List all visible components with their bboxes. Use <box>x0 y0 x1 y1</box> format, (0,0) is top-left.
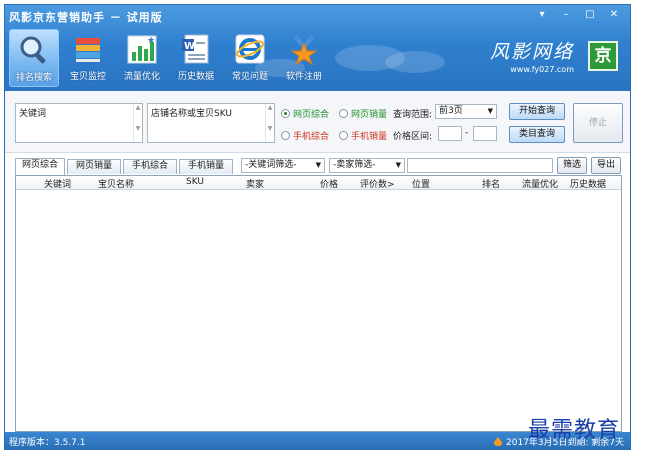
column-header-seller[interactable]: 卖家 <box>246 177 264 190</box>
export-button[interactable]: 导出 <box>591 157 621 174</box>
column-header-traffic-opt[interactable]: 流量优化 <box>522 177 558 190</box>
tab-web-composite[interactable]: 网页综合 <box>15 158 65 175</box>
price-min-input[interactable] <box>438 126 462 141</box>
scrollbar[interactable]: ▲ ▼ <box>265 104 274 142</box>
seller-filter-value: -卖家筛选- <box>333 160 376 170</box>
shop-sku-textarea[interactable]: 店铺名称或宝贝SKU ▲ ▼ <box>147 103 275 143</box>
range-label: 查询范围: <box>393 110 433 120</box>
window-controls: ▾ – □ ✕ <box>530 7 626 23</box>
table-header: 关键词 宝贝名称 SKU 卖家 价格 评价数> 位置 排名 流量优化 历史数据 <box>16 176 621 190</box>
column-header-reviews[interactable]: 评价数> <box>360 177 395 190</box>
toolbar-label: 常见问题 <box>231 72 268 82</box>
shop-value: 店铺名称或宝贝SKU <box>151 109 232 119</box>
close-icon[interactable]: ✕ <box>602 7 626 23</box>
radio-dot <box>339 131 348 140</box>
tab-web-sales[interactable]: 网页销量 <box>67 159 121 174</box>
radio-web-sales[interactable]: 网页销量 <box>339 107 387 120</box>
header: 风影京东营销助手 － 试用版 ▾ – □ ✕ 排名搜索 宝贝监控 ★ 流量优化 … <box>5 5 630 91</box>
radio-dot <box>281 131 290 140</box>
toolbar-label: 历史数据 <box>177 72 214 82</box>
chevron-down-icon: ▼ <box>315 161 321 169</box>
seller-filter-select[interactable]: -卖家筛选- ▼ <box>329 158 405 173</box>
radio-label: 网页销量 <box>351 110 388 120</box>
column-header-price[interactable]: 价格 <box>320 177 338 190</box>
toolbar-history-button[interactable]: W 历史数据 <box>171 29 221 87</box>
radio-mobile-sales[interactable]: 手机销量 <box>339 129 387 142</box>
toolbar-item-monitor-button[interactable]: 宝贝监控 <box>63 29 113 87</box>
range-select[interactable]: 前3页 ▼ <box>435 104 497 119</box>
toolbar-label: 宝贝监控 <box>69 72 106 82</box>
flame-icon <box>494 437 503 446</box>
chevron-down-icon: ▼ <box>487 107 493 115</box>
books-icon <box>76 38 100 62</box>
svg-text:W: W <box>184 41 195 52</box>
column-header-rank[interactable]: 排名 <box>482 177 500 190</box>
app-window: 风影京东营销助手 － 试用版 ▾ – □ ✕ 排名搜索 宝贝监控 ★ 流量优化 … <box>4 4 631 450</box>
column-header-keyword[interactable]: 关键词 <box>44 177 71 190</box>
start-query-button[interactable]: 开始查询 <box>509 103 565 120</box>
query-panel: 关键词 ▲ ▼ 店铺名称或宝贝SKU ▲ ▼ 网页综合 网页销量 手机综合 手机销量… <box>5 91 630 153</box>
range-value: 前3页 <box>439 106 463 116</box>
radio-web-composite[interactable]: 网页综合 <box>281 107 329 120</box>
filter-text-input[interactable] <box>407 158 553 173</box>
radio-label: 手机销量 <box>351 132 388 142</box>
price-separator: - <box>465 128 469 138</box>
keyword-value: 关键词 <box>19 109 47 119</box>
version-text: 程序版本：3.5.7.1 <box>9 438 86 448</box>
toolbar-label: 排名搜索 <box>15 73 52 83</box>
scrollbar[interactable]: ▲ ▼ <box>133 104 142 142</box>
window-title: 风影京东营销助手 － 试用版 <box>9 11 163 24</box>
chevron-down-icon: ▼ <box>395 161 401 169</box>
main-toolbar: 排名搜索 宝贝监控 ★ 流量优化 W 历史数据 常见问题 软件注册 <box>9 29 333 87</box>
cloud-decoration <box>385 51 445 73</box>
category-query-button[interactable]: 类目查询 <box>509 126 565 143</box>
magnifier-icon <box>20 36 46 64</box>
menu-dropdown-icon[interactable]: ▾ <box>530 7 554 23</box>
radio-dot <box>281 109 290 118</box>
toolbar-register-button[interactable]: 软件注册 <box>279 29 329 87</box>
filter-button[interactable]: 筛选 <box>557 157 587 174</box>
watermark: 最需教育 <box>528 418 621 443</box>
column-header-position[interactable]: 位置 <box>412 177 430 190</box>
price-label: 价格区间: <box>393 132 433 142</box>
keyword-textarea[interactable]: 关键词 ▲ ▼ <box>15 103 143 143</box>
toolbar-rank-search-button[interactable]: 排名搜索 <box>9 29 59 87</box>
toolbar-faq-button[interactable]: 常见问题 <box>225 29 275 87</box>
results-table[interactable]: 关键词 宝贝名称 SKU 卖家 价格 评价数> 位置 排名 流量优化 历史数据 <box>15 175 622 432</box>
result-tabs-row: 网页综合 网页销量 手机综合 手机销量 -关键词筛选- ▼ -卖家筛选- ▼ 筛… <box>5 153 630 175</box>
price-max-input[interactable] <box>473 126 497 141</box>
toolbar-traffic-opt-button[interactable]: ★ 流量优化 <box>117 29 167 87</box>
keyword-filter-value: -关键词筛选- <box>245 160 297 170</box>
radio-label: 手机综合 <box>293 132 330 142</box>
brand-name: 风影网络 <box>489 41 574 63</box>
word-document-icon: W <box>182 34 209 64</box>
radio-label: 网页综合 <box>293 110 330 120</box>
radio-mobile-composite[interactable]: 手机综合 <box>281 129 329 142</box>
toolbar-label: 软件注册 <box>285 72 322 82</box>
brand: 风影网络 www.fy027.com <box>490 37 574 74</box>
stop-button[interactable]: 停止 <box>573 103 623 143</box>
tab-mobile-sales[interactable]: 手机销量 <box>179 159 233 174</box>
toolbar-label: 流量优化 <box>123 72 160 82</box>
ie-browser-icon <box>235 34 265 64</box>
column-header-item-name[interactable]: 宝贝名称 <box>98 177 134 190</box>
keyword-filter-select[interactable]: -关键词筛选- ▼ <box>241 158 325 173</box>
jd-logo: 京 <box>588 41 618 71</box>
brand-url: www.fy027.com <box>510 65 574 74</box>
minimize-icon[interactable]: – <box>554 7 578 23</box>
maximize-icon[interactable]: □ <box>578 7 602 23</box>
bar-chart-icon: ★ <box>127 35 157 64</box>
column-header-history[interactable]: 历史数据 <box>570 177 606 190</box>
svg-text:★: ★ <box>147 36 155 46</box>
tab-mobile-composite[interactable]: 手机综合 <box>123 159 177 174</box>
star-medal-icon <box>290 34 318 66</box>
column-header-sku[interactable]: SKU <box>186 177 204 187</box>
radio-dot <box>339 109 348 118</box>
